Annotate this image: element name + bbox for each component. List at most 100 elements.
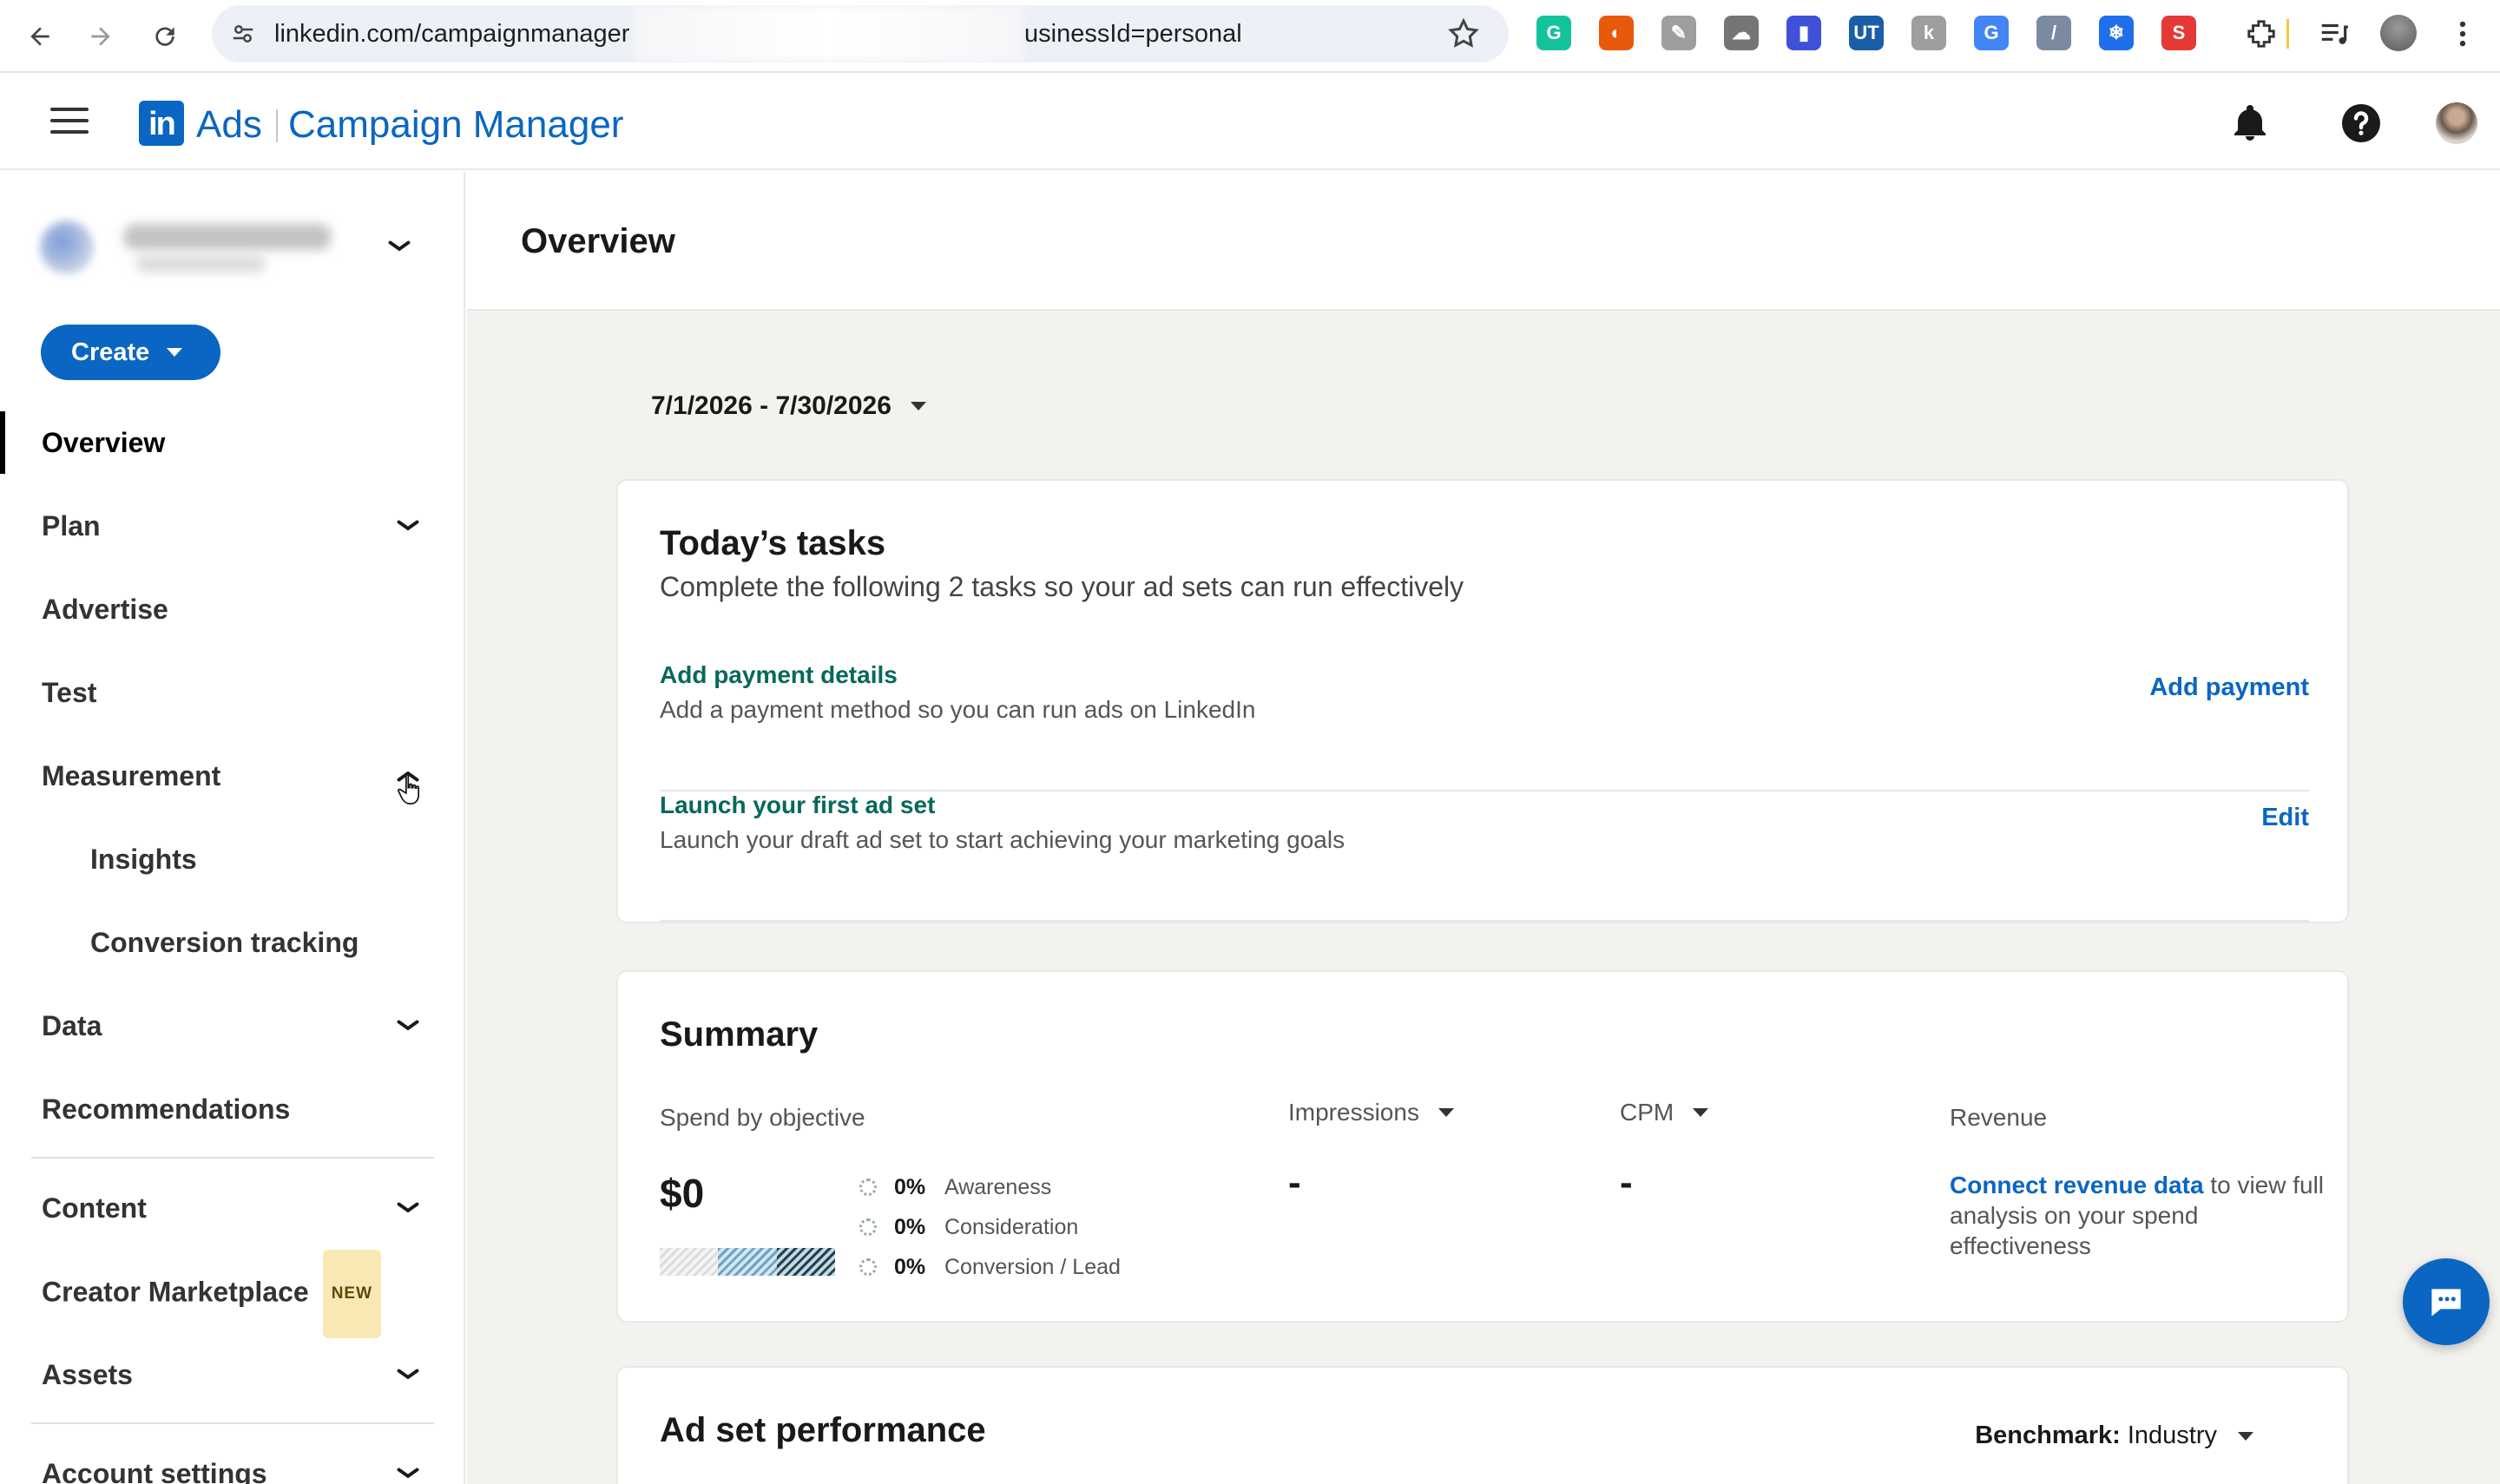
sidebar-item-data[interactable]: Data [0,984,464,1067]
google-translate-icon[interactable]: G [1974,16,2009,50]
card-title: Today’s tasks [660,524,886,562]
objective-name: Awareness [944,1174,1052,1199]
cpm-dropdown[interactable]: CPM [1620,1099,1709,1126]
linkedin-logo[interactable]: in [139,101,184,146]
sidebar-item-text: Creator Marketplace [42,1276,309,1308]
account-avatar [40,220,94,274]
card-title: Ad set performance [660,1411,986,1449]
create-button[interactable]: Create [41,325,220,380]
site-settings-icon[interactable] [227,18,259,49]
url-text-end: usinessId=personal [1024,20,1242,48]
sidebar-item-text: Account settings [42,1458,267,1484]
revenue-label: Revenue [1950,1104,2047,1132]
extension-pen-icon[interactable]: / [2036,16,2071,50]
sidebar-item-label: Advertise [42,568,168,651]
sidebar-item-recommendations[interactable]: Recommendations [0,1067,464,1151]
chevron-down-icon[interactable] [392,1010,424,1041]
objective-name: Consideration [944,1214,1079,1239]
sidebar-item-text: Insights [90,844,197,875]
grammarly-icon[interactable]: G [1536,16,1571,50]
sidebar-item-measurement[interactable]: Measurement [0,734,464,818]
chevron-down-icon[interactable] [392,1359,424,1390]
benchmark-value: Industry [2127,1422,2217,1449]
extensions-puzzle-icon[interactable] [2245,17,2278,50]
chat-button[interactable] [2403,1258,2490,1345]
cpm-label: CPM [1620,1099,1674,1126]
help-icon[interactable] [2340,102,2382,144]
chevron-down-icon[interactable] [392,1458,424,1484]
spend-bar-conversion [776,1248,835,1276]
main-content: Overview 7/1/2026 - 7/30/2026 Today’s ta… [467,172,2500,1484]
extension-gray-icon[interactable]: k [1911,16,1946,50]
media-queue-icon[interactable] [2318,17,2351,50]
sidebar-item-label: Insights [90,818,197,901]
sidebar-item-assets[interactable]: Assets [0,1333,464,1416]
hand-cursor-icon [398,773,419,805]
caret-down-icon [1693,1108,1709,1117]
impressions-dropdown[interactable]: Impressions [1288,1099,1454,1126]
user-avatar[interactable] [2436,102,2477,144]
cpm-value: - [1620,1161,1633,1204]
edit-button[interactable]: Edit [2261,804,2309,832]
sidebar-item-text: Test [42,677,97,708]
extension-notes-icon[interactable]: ✎ [1661,16,1696,50]
task-title[interactable]: Add payment details [660,661,898,689]
page-title: Overview [521,222,675,260]
reload-icon[interactable] [144,16,186,57]
page-header: Overview [467,172,2500,311]
connect-revenue-data-link[interactable]: Connect revenue data [1950,1172,2204,1198]
brand-ads-label[interactable]: Ads [196,101,262,149]
extension-snowflake-icon[interactable]: ❄ [2099,16,2134,50]
sidebar-item-overview[interactable]: Overview [0,401,464,484]
sidebar-item-account-settings[interactable]: Account settings [0,1432,464,1484]
benchmark-dropdown[interactable]: Benchmark: Industry [1975,1422,2253,1450]
bookmark-star-icon[interactable] [1446,16,1481,51]
notifications-bell-icon[interactable] [2229,102,2271,144]
sidebar-item-advertise[interactable]: Advertise [0,568,464,651]
spend-bar-consideration [718,1248,777,1276]
account-switcher[interactable] [40,212,431,283]
toolbar-separator [2286,19,2289,49]
sidebar-item-test[interactable]: Test [0,651,464,734]
caret-down-icon [1438,1108,1454,1117]
sidebar-item-insights[interactable]: Insights [0,818,464,901]
extension-cloud-icon[interactable]: ☁ [1724,16,1759,50]
chevron-down-icon[interactable] [392,510,424,542]
extension-blue-bookmark-icon[interactable]: ▮ [1786,16,1821,50]
add-payment-button[interactable]: Add payment [2149,673,2309,702]
benchmark-label: Benchmark: [1975,1422,2121,1449]
forward-icon[interactable] [80,16,122,57]
task-title[interactable]: Launch your first ad set [660,791,935,819]
sidebar-item-label: Assets [42,1333,133,1416]
impressions-value: - [1288,1161,1301,1204]
sidebar-item-conversion-tracking[interactable]: Conversion tracking [0,901,464,984]
sidebar-item-label: Account settings [42,1432,267,1484]
sidebar-item-label: Data [42,984,102,1067]
date-range-picker[interactable]: 7/1/2026 - 7/30/2026 [651,387,926,425]
sidebar-item-plan[interactable]: Plan [0,484,464,568]
objective-dot-icon [859,1218,877,1236]
ad-set-performance-card: Ad set performance Benchmark: Industry [616,1366,2349,1484]
browser-menu-icon[interactable] [2446,17,2479,50]
menu-hamburger-icon[interactable] [50,108,89,137]
brand-product-label[interactable]: Campaign Manager [288,101,623,149]
browser-profile-avatar[interactable] [2380,15,2417,51]
extension-ut-icon[interactable]: UT [1849,16,1884,50]
extension-orange-icon[interactable]: ◐ [1599,16,1634,50]
sidebar-item-creator-marketplace[interactable]: Creator Marketplace NEW [0,1250,464,1338]
new-badge: NEW [322,1250,382,1338]
spend-value: $0 [660,1171,705,1216]
url-text-start: linkedin.com/campaignmanager [274,20,630,48]
brand-divider [276,109,278,142]
chevron-down-icon[interactable] [392,1192,424,1224]
sidebar-item-content[interactable]: Content [0,1166,464,1250]
address-bar[interactable]: linkedin.com/campaignmanager usinessId=p… [212,5,1509,62]
sidebar-item-label: Recommendations [42,1067,290,1151]
extension-red-s-icon[interactable]: S [2161,16,2196,50]
task-description: Add a payment method so you can run ads … [660,696,1256,723]
spend-bar [660,1248,835,1276]
sidebar-item-text: Recommendations [42,1093,291,1125]
task-row: Launch your first ad set Launch your dra… [660,791,2309,922]
chevron-down-icon[interactable] [384,231,415,262]
back-icon[interactable] [19,16,61,57]
